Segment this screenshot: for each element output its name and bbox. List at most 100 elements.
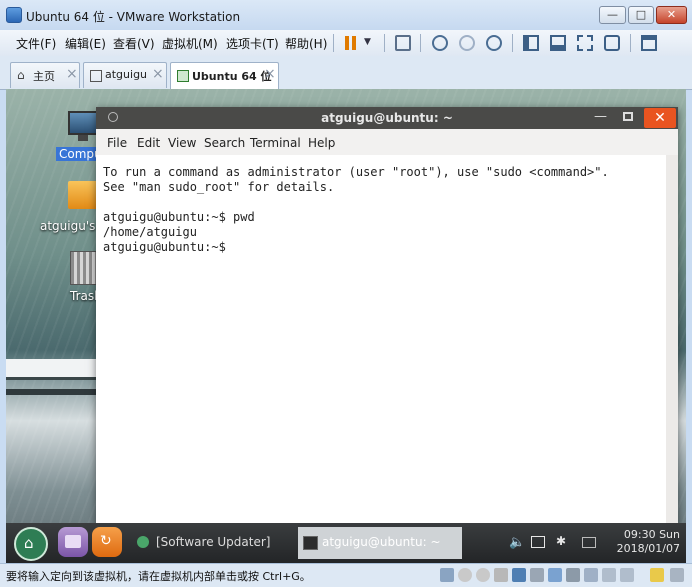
- vmware-statusbar: 要将输入定向到该虚拟机，请在虚拟机内部单击或按 Ctrl+G。: [0, 563, 692, 587]
- terminal-close-icon[interactable]: ✕: [644, 108, 676, 128]
- wallpaper-roof-shadow: [6, 389, 106, 395]
- toolbar-separator: [512, 34, 513, 52]
- vmware-menubar: 文件(F) 编辑(E) 查看(V) 虚拟机(M) 选项卡(T) 帮助(H) ▼: [0, 30, 692, 57]
- printer-icon[interactable]: [566, 568, 580, 582]
- floppy-icon[interactable]: [494, 568, 508, 582]
- network-adapter-icon[interactable]: [512, 568, 526, 582]
- taskbar-clock[interactable]: 09:30 Sun 2018/01/07: [606, 528, 680, 556]
- fullscreen-resize-icon[interactable]: [670, 568, 684, 582]
- thumbnail-bar-icon[interactable]: [550, 35, 566, 51]
- tab-atguigu[interactable]: atguigu ×: [83, 62, 167, 88]
- full-screen-icon[interactable]: [577, 35, 593, 51]
- tab-label: Ubuntu 64 位: [192, 70, 272, 83]
- menu-edit[interactable]: 编辑(E): [65, 35, 106, 52]
- volume-icon[interactable]: 🔈: [509, 535, 525, 550]
- sound-card-icon[interactable]: [548, 568, 562, 582]
- tab-label: atguigu: [105, 68, 148, 81]
- vmware-tabbar: ⌂ 主页 × atguigu × Ubuntu 64 位 ×: [0, 56, 692, 90]
- display-icon[interactable]: [584, 568, 598, 582]
- minimize-button[interactable]: —: [599, 6, 626, 24]
- snapshot-icon[interactable]: [432, 35, 448, 51]
- toolbar-separator: [333, 34, 334, 52]
- cd-dvd-icon[interactable]: [458, 568, 472, 582]
- message-log-icon[interactable]: [602, 568, 616, 582]
- vm-icon: [90, 70, 102, 82]
- trash-icon: [70, 251, 98, 285]
- cd-dvd-2-icon[interactable]: [476, 568, 490, 582]
- home-icon: ⌂: [17, 68, 25, 82]
- terminal-line: To run a command as administrator (user …: [103, 165, 609, 179]
- vm-icon: [177, 70, 189, 82]
- menu-file[interactable]: 文件(F): [16, 35, 56, 52]
- clock-time: 09:30 Sun: [623, 528, 680, 541]
- unity-icon[interactable]: [604, 35, 620, 51]
- tab-close-icon[interactable]: ×: [264, 66, 276, 82]
- menu-help[interactable]: 帮助(H): [285, 35, 327, 52]
- terminal-menu-terminal[interactable]: Terminal: [250, 136, 301, 150]
- terminal-menu-file[interactable]: File: [107, 136, 127, 150]
- wallpaper-roof: [6, 359, 106, 380]
- computer-icon: [68, 111, 98, 135]
- device-icon[interactable]: [620, 568, 634, 582]
- terminal-icon: [303, 536, 318, 550]
- keyboard-icon[interactable]: [582, 537, 596, 548]
- guest-taskbar: ⌂ ↻ [Software Updater] atguigu@ubuntu: ~…: [6, 523, 686, 563]
- show-library-icon[interactable]: [523, 35, 539, 51]
- toolbar-separator: [384, 34, 385, 52]
- pause-icon: [345, 36, 349, 50]
- computer-icon-stand: [78, 135, 88, 141]
- tab-ubuntu-64[interactable]: Ubuntu 64 位 ×: [170, 62, 279, 89]
- home-icon: ⌂: [24, 534, 34, 552]
- terminal-minimize-icon[interactable]: —: [594, 109, 607, 124]
- terminal-scrollbar[interactable]: [666, 155, 678, 525]
- taskbar-item-terminal[interactable]: atguigu@ubuntu: ~: [298, 527, 462, 559]
- revert-snapshot-icon[interactable]: [459, 35, 475, 51]
- pause-dropdown-icon[interactable]: ▼: [364, 37, 371, 47]
- tab-home[interactable]: ⌂ 主页 ×: [10, 62, 80, 88]
- snapshot-manager-icon[interactable]: [486, 35, 502, 51]
- software-updater-icon: [137, 536, 149, 548]
- menu-vm[interactable]: 虚拟机(M): [162, 35, 218, 52]
- hard-disk-icon[interactable]: [440, 568, 454, 582]
- tab-close-icon[interactable]: ×: [66, 66, 78, 82]
- terminal-title: atguigu@ubuntu: ~: [321, 111, 453, 125]
- window-title: Ubuntu 64 位 - VMware Workstation: [26, 10, 241, 24]
- minimize-icon: —: [607, 8, 618, 21]
- terminal-line: See "man sudo_root" for details.: [103, 180, 335, 194]
- network-icon[interactable]: [531, 536, 545, 548]
- vmware-titlebar: Ubuntu 64 位 - VMware Workstation — □ ✕: [0, 0, 692, 31]
- notes-icon[interactable]: [650, 568, 664, 582]
- files-icon: [65, 535, 81, 548]
- usb-icon[interactable]: [530, 568, 544, 582]
- taskbar-item-label: [Software Updater]: [156, 535, 271, 549]
- console-view-icon[interactable]: [641, 35, 657, 51]
- terminal-titlebar[interactable]: atguigu@ubuntu: ~ — ✕: [96, 107, 678, 129]
- terminal-menu-view[interactable]: View: [168, 136, 196, 150]
- terminal-window[interactable]: atguigu@ubuntu: ~ — ✕ File Edit View Sea…: [96, 107, 678, 525]
- close-button[interactable]: ✕: [656, 6, 687, 24]
- software-center-icon: ↻: [100, 533, 112, 549]
- start-menu-button[interactable]: ⌂: [14, 527, 48, 561]
- tab-close-icon[interactable]: ×: [152, 66, 164, 82]
- maximize-button[interactable]: □: [628, 6, 654, 24]
- tab-label: 主页: [33, 70, 55, 83]
- terminal-maximize-icon[interactable]: [623, 112, 633, 121]
- status-message: 要将输入定向到该虚拟机，请在虚拟机内部单击或按 Ctrl+G。: [6, 570, 311, 583]
- taskbar-item-label: atguigu@ubuntu: ~: [322, 535, 441, 549]
- terminal-menu-edit[interactable]: Edit: [137, 136, 160, 150]
- bluetooth-icon[interactable]: ✱: [556, 534, 566, 548]
- pause-button[interactable]: [343, 35, 359, 51]
- terminal-menu-search[interactable]: Search: [204, 136, 245, 150]
- close-icon: ✕: [666, 8, 677, 21]
- terminal-menubar: File Edit View Search Terminal Help: [96, 129, 678, 156]
- taskbar-item-software-updater[interactable]: [Software Updater]: [132, 527, 290, 559]
- terminal-output[interactable]: To run a command as administrator (user …: [96, 155, 666, 525]
- files-launcher[interactable]: [58, 527, 88, 557]
- software-center-launcher[interactable]: ↻: [92, 527, 122, 557]
- send-ctrl-alt-del-icon[interactable]: [395, 35, 411, 51]
- terminal-line: atguigu@ubuntu:~$ pwd: [103, 210, 255, 224]
- maximize-icon: □: [635, 8, 647, 21]
- terminal-menu-help[interactable]: Help: [308, 136, 335, 150]
- menu-tabs[interactable]: 选项卡(T): [226, 35, 279, 52]
- menu-view[interactable]: 查看(V): [113, 35, 155, 52]
